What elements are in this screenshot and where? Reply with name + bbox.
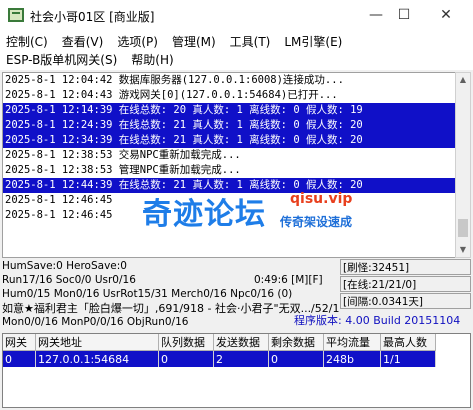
- col-address[interactable]: 网关地址: [35, 334, 159, 351]
- menu-gateway[interactable]: ESP-B版单机网关(S): [6, 52, 117, 69]
- menu-tools[interactable]: 工具(T): [230, 34, 271, 51]
- cell-max-users: 1/1: [380, 350, 436, 367]
- watermark-url: qisu.vip: [290, 191, 353, 207]
- scroll-thumb[interactable]: [458, 219, 468, 237]
- log-scrollbar[interactable]: ▲ ▼: [455, 72, 471, 258]
- refresh-count: [刷怪:32451]: [343, 262, 410, 274]
- gateway-table[interactable]: 网关 网关地址 队列数据 发送数据 剩余数据 平均流量 最高人数 0 127.0…: [2, 333, 471, 408]
- app-icon: [8, 8, 24, 22]
- col-max-users[interactable]: 最高人数: [380, 334, 436, 351]
- status-monsters: Mon0/0/16 MonP0/0/16 ObjRun0/16: [2, 316, 189, 328]
- cell-remaining: 0: [268, 350, 324, 367]
- cell-avg-traffic: 248b: [323, 350, 381, 367]
- menu-view[interactable]: 查看(V): [62, 34, 104, 51]
- interval-box: [间隔:0.0341天]: [340, 293, 471, 309]
- col-gateway[interactable]: 网关: [3, 334, 36, 351]
- watermark: 奇迹论坛 qisu.vip 传奇架设速成: [142, 189, 372, 239]
- close-button[interactable]: ✕: [432, 4, 460, 26]
- minimize-button[interactable]: —: [362, 4, 390, 26]
- menu-lm-engine[interactable]: LM引擎(E): [284, 34, 342, 51]
- status-run: Run17/16 Soc0/0 Usr0/16: [2, 274, 136, 286]
- maximize-button[interactable]: ☐: [390, 4, 418, 26]
- table-header-row: 网关 网关地址 队列数据 发送数据 剩余数据 平均流量 最高人数: [3, 334, 436, 351]
- menu-control[interactable]: 控制(C): [6, 34, 48, 51]
- table-row[interactable]: 0 127.0.0.1:54684 0 2 0 248b 1/1: [3, 350, 436, 367]
- log-line: 2025-8-1 12:24:39 在线总数: 21 真人数: 1 离线数: 0…: [3, 118, 455, 133]
- scroll-down-icon[interactable]: ▼: [456, 243, 470, 257]
- log-line: 2025-8-1 12:34:39 在线总数: 21 真人数: 1 离线数: 0…: [3, 133, 455, 148]
- scroll-up-icon[interactable]: ▲: [456, 73, 470, 87]
- cell-sent: 2: [213, 350, 269, 367]
- watermark-slogan: 传奇架设速成: [280, 215, 353, 229]
- online-box: [在线:21/21/0]: [340, 276, 471, 292]
- interval-value: [间隔:0.0341天]: [343, 296, 423, 308]
- log-line: 2025-8-1 12:14:39 在线总数: 20 真人数: 1 离线数: 0…: [3, 103, 455, 118]
- title-bar: 社会小哥01区 [商业版] — ☐ ✕: [0, 0, 473, 32]
- col-avg-traffic[interactable]: 平均流量: [323, 334, 381, 351]
- cell-gateway: 0: [3, 350, 36, 367]
- log-line: 2025-8-1 12:04:42 数据库服务器(127.0.0.1:6008)…: [5, 74, 344, 86]
- col-remaining[interactable]: 剩余数据: [268, 334, 324, 351]
- version-label: 程序版本: 4.00 Build 20151104: [294, 314, 461, 327]
- log-line: 2025-8-1 12:04:43 游戏网关[0](127.0.0.1:5468…: [5, 89, 338, 101]
- col-sent[interactable]: 发送数据: [213, 334, 269, 351]
- menu-options[interactable]: 选项(P): [117, 34, 158, 51]
- window-title: 社会小哥01区 [商业版]: [30, 10, 155, 24]
- log-line: 2025-8-1 12:38:53 管理NPC重新加载完成...: [5, 164, 241, 176]
- status-time: 0:49:6 [M][F]: [254, 274, 323, 286]
- status-counts: Hum0/15 Mon0/16 UsrRot15/31 Merch0/16 Np…: [2, 288, 293, 300]
- refresh-box: [刷怪:32451]: [340, 259, 471, 275]
- cell-queue: 0: [158, 350, 214, 367]
- menu-help[interactable]: 帮助(H): [131, 52, 173, 69]
- menu-bar: 控制(C) 查看(V) 选项(P) 管理(M) 工具(T) LM引擎(E) ES…: [0, 32, 473, 70]
- cell-address: 127.0.0.1:54684: [35, 350, 159, 367]
- status-save: HumSave:0 HeroSave:0: [2, 260, 127, 272]
- status-area: HumSave:0 HeroSave:0 Run17/16 Soc0/0 Usr…: [2, 259, 471, 331]
- log-line: 2025-8-1 12:38:53 交易NPC重新加载完成...: [5, 149, 241, 161]
- online-count: [在线:21/21/0]: [343, 279, 417, 291]
- watermark-logo: 奇迹论坛: [142, 197, 266, 232]
- status-player: 如意★福利君主「脸白爆一切」,691/918 - 社会·小君子"无双.../52…: [2, 302, 340, 315]
- menu-manage[interactable]: 管理(M): [172, 34, 216, 51]
- col-queue[interactable]: 队列数据: [158, 334, 214, 351]
